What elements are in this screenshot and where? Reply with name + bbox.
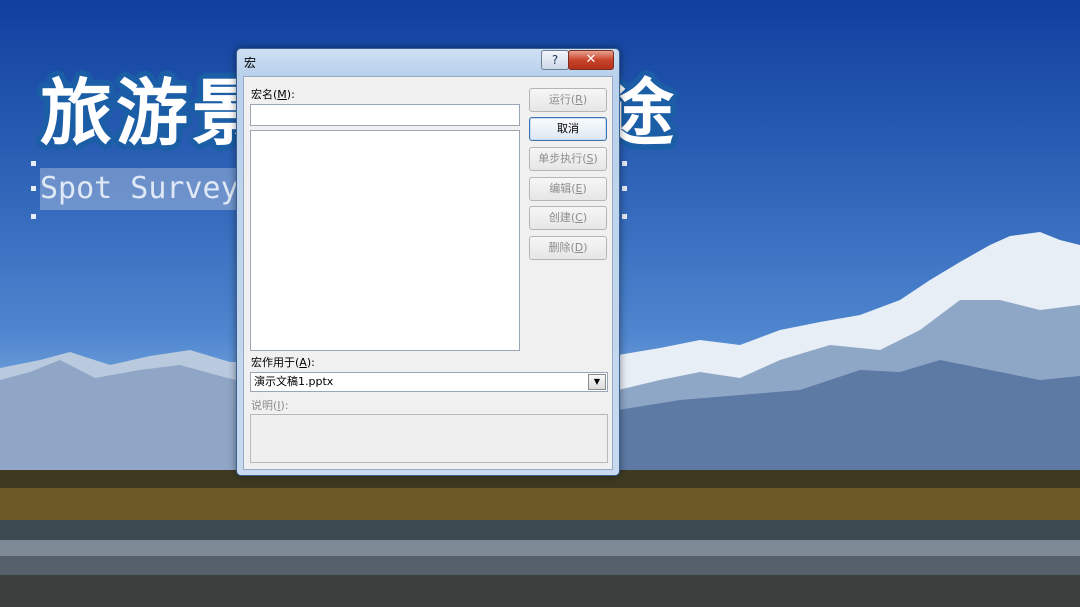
- help-button[interactable]: ?: [541, 50, 569, 70]
- macro-name-input[interactable]: [250, 104, 520, 126]
- macro-list[interactable]: [250, 130, 520, 351]
- step-into-button[interactable]: 单步执行(S): [529, 147, 607, 171]
- close-icon: ✕: [585, 52, 597, 67]
- edit-button[interactable]: 编辑(E): [529, 177, 607, 201]
- description-label: 说明(I):: [251, 399, 289, 412]
- dialog-client-area: 宏名(M): 运行(R) 取消 单步执行(S) 编辑(E) 创建(C) 删除(D…: [243, 76, 613, 470]
- resize-handle[interactable]: [31, 186, 36, 191]
- resize-handle[interactable]: [622, 214, 627, 219]
- dialog-titlebar[interactable]: 宏 ? ✕: [237, 49, 619, 73]
- question-mark-icon: ?: [551, 53, 559, 67]
- resize-handle[interactable]: [31, 214, 36, 219]
- macro-in-value: 演示文稿1.pptx: [254, 375, 334, 388]
- chevron-down-icon[interactable]: ▼: [588, 374, 606, 390]
- resize-handle[interactable]: [31, 161, 36, 166]
- resize-handle[interactable]: [622, 186, 627, 191]
- resize-handle[interactable]: [622, 161, 627, 166]
- dialog-title: 宏: [244, 56, 257, 70]
- run-button[interactable]: 运行(R): [529, 88, 607, 112]
- macro-name-label: 宏名(M):: [251, 88, 295, 101]
- macro-dialog: 宏 ? ✕ 宏名(M): 运行(R) 取消 单步执行(S) 编辑(E) 创建(C…: [236, 48, 620, 476]
- cancel-button[interactable]: 取消: [529, 117, 607, 141]
- slide-title[interactable]: 旅游景: [40, 68, 268, 158]
- macro-in-select[interactable]: 演示文稿1.pptx ▼: [250, 372, 608, 392]
- close-button[interactable]: ✕: [568, 50, 614, 70]
- macro-in-label: 宏作用于(A):: [251, 356, 315, 369]
- delete-button[interactable]: 删除(D): [529, 236, 607, 260]
- description-box: [250, 414, 608, 463]
- create-button[interactable]: 创建(C): [529, 206, 607, 230]
- slide-title-text: 旅游景: [40, 71, 269, 155]
